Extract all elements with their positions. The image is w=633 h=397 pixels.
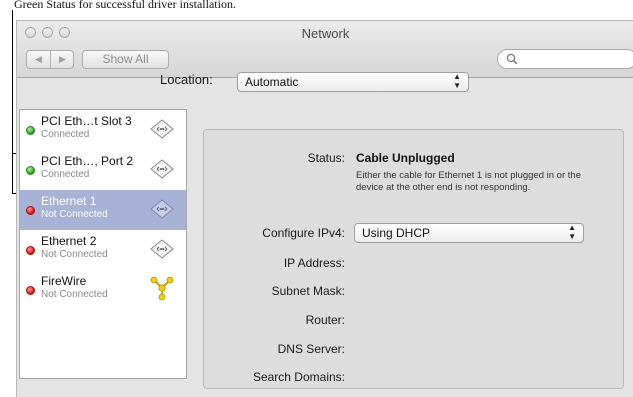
service-list: PCI Eth…t Slot 3 Connected PCI Eth…, Por… xyxy=(19,109,187,379)
status-label: Status: xyxy=(307,151,345,165)
subnet-mask-label: Subnet Mask: xyxy=(271,284,345,298)
window-title: Network xyxy=(301,26,350,41)
firewire-icon xyxy=(150,276,174,301)
service-item-pci-slot-3[interactable]: PCI Eth…t Slot 3 Connected xyxy=(20,110,186,150)
title-bar: Network ◀ ▶ Show All xyxy=(17,21,633,78)
ethernet-icon xyxy=(150,239,174,259)
status-dot-red xyxy=(26,206,35,215)
annotation-caption: Green Status for successful driver insta… xyxy=(14,0,236,11)
service-status: Not Connected xyxy=(41,209,108,220)
location-popup[interactable]: Automatic ▲ ▼ xyxy=(237,72,469,92)
service-item-ethernet-1[interactable]: Ethernet 1 Not Connected xyxy=(20,190,186,230)
service-status: Not Connected xyxy=(41,249,108,260)
service-status: Connected xyxy=(41,169,90,180)
search-icon xyxy=(506,53,518,65)
status-value: Cable Unplugged xyxy=(356,151,455,165)
annotation-leader-line xyxy=(12,10,13,193)
router-label: Router: xyxy=(305,313,345,327)
ip-address-label: IP Address: xyxy=(283,256,345,270)
detail-panel xyxy=(203,129,624,389)
status-dot-red xyxy=(26,286,35,295)
forward-arrow-icon: ▶ xyxy=(59,54,66,64)
popup-arrows-icon: ▲ ▼ xyxy=(453,72,461,90)
location-label: Location: xyxy=(160,72,213,87)
service-item-pci-port-2[interactable]: PCI Eth…, Port 2 Connected xyxy=(20,150,186,190)
configure-ipv4-label: Configure IPv4: xyxy=(262,226,345,240)
service-name: FireWire xyxy=(41,274,87,288)
back-arrow-icon: ◀ xyxy=(35,54,42,64)
service-name: Ethernet 1 xyxy=(41,194,97,208)
configure-ipv4-value: Using DHCP xyxy=(362,226,431,240)
status-dot-green xyxy=(26,126,35,135)
service-name: Ethernet 2 xyxy=(41,234,97,248)
configure-ipv4-popup[interactable]: Using DHCP ▲ ▼ xyxy=(354,223,584,243)
ethernet-icon xyxy=(150,119,174,139)
search-input[interactable] xyxy=(497,49,633,69)
ethernet-icon xyxy=(150,159,174,179)
service-status: Connected xyxy=(41,129,90,140)
back-button[interactable]: ◀ xyxy=(27,51,50,68)
status-dot-green xyxy=(26,166,35,175)
forward-button[interactable]: ▶ xyxy=(51,51,74,68)
search-domains-label: Search Domains: xyxy=(252,370,345,384)
status-dot-red xyxy=(26,246,35,255)
back-forward-control: ◀ ▶ xyxy=(26,50,74,69)
status-description: Either the cable for Ethernet 1 is not p… xyxy=(356,170,581,193)
dns-server-label: DNS Server: xyxy=(277,342,345,356)
popup-arrows-icon: ▲ ▼ xyxy=(568,223,576,241)
service-name: PCI Eth…, Port 2 xyxy=(41,154,134,168)
service-status: Not Connected xyxy=(41,289,108,300)
service-name: PCI Eth…t Slot 3 xyxy=(41,114,132,128)
show-all-button[interactable]: Show All xyxy=(82,50,169,69)
service-item-firewire[interactable]: FireWire Not Connected xyxy=(20,270,186,310)
ethernet-icon xyxy=(150,199,174,219)
service-item-ethernet-2[interactable]: Ethernet 2 Not Connected xyxy=(20,230,186,270)
location-value: Automatic xyxy=(245,75,299,89)
